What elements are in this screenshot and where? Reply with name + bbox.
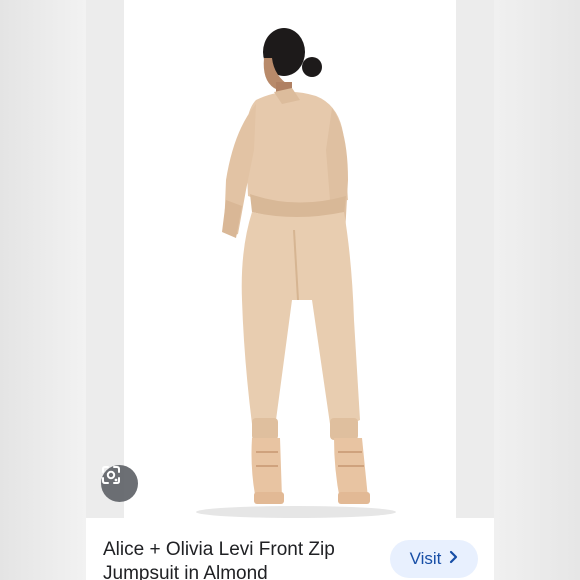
visit-button[interactable]: Visit xyxy=(390,540,478,578)
background-right xyxy=(494,0,580,580)
lens-search-button[interactable] xyxy=(101,465,138,502)
product-image[interactable] xyxy=(86,0,494,518)
product-card: Alice + Olivia Levi Front Zip Jumpsuit i… xyxy=(86,0,494,580)
visit-label: Visit xyxy=(409,549,442,568)
model-figure xyxy=(196,28,396,518)
background-left xyxy=(0,0,86,580)
product-info: Alice + Olivia Levi Front Zip Jumpsuit i… xyxy=(86,518,494,580)
chevron-right-icon xyxy=(449,549,458,569)
product-title[interactable]: Alice + Olivia Levi Front Zip Jumpsuit i… xyxy=(103,538,373,580)
